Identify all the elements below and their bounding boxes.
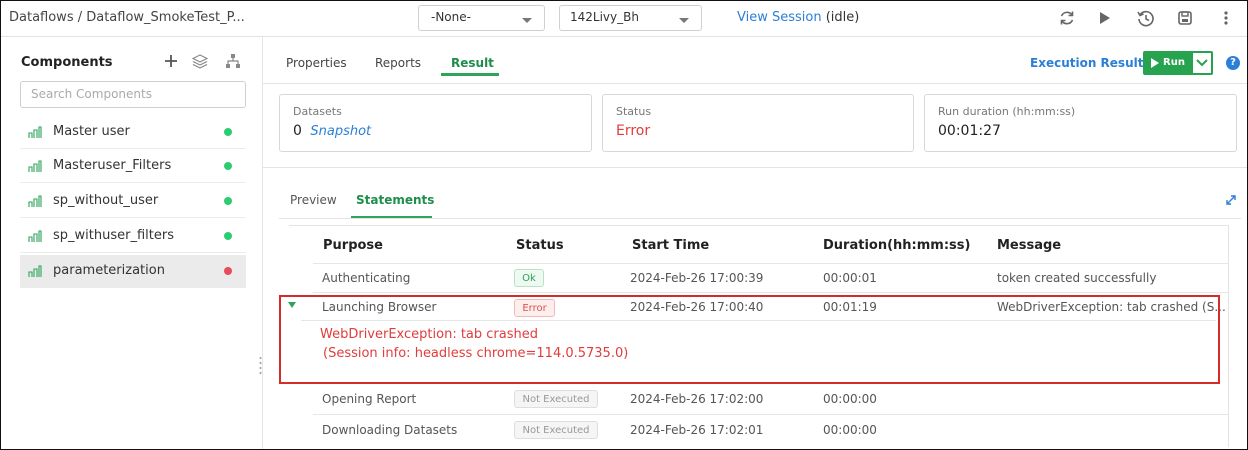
status-dot-green bbox=[224, 128, 232, 136]
row-divider bbox=[313, 263, 1229, 264]
component-item-masteruser-filters[interactable]: Masteruser_Filters bbox=[20, 150, 246, 183]
error-highlight-box bbox=[279, 295, 1220, 384]
run-duration-card: Run duration (hh:mm:ss) 00:01:27 bbox=[924, 94, 1237, 152]
status-label: Status bbox=[616, 105, 652, 118]
column-header-message[interactable]: Message bbox=[997, 238, 1061, 253]
status-badge: Not Executed bbox=[514, 390, 598, 408]
help-icon[interactable]: ? bbox=[1226, 56, 1240, 70]
chart-icon bbox=[28, 230, 42, 242]
column-header-start-time[interactable]: Start Time bbox=[632, 238, 709, 253]
component-label: Master user bbox=[53, 124, 130, 139]
datasets-label: Datasets bbox=[293, 105, 342, 118]
component-label: parameterization bbox=[53, 263, 165, 278]
snapshot-link[interactable]: Snapshot bbox=[310, 124, 371, 139]
app-window: Dataflows / Dataflow_SmokeTest_P... -Non… bbox=[0, 0, 1248, 450]
play-icon[interactable] bbox=[1095, 9, 1113, 27]
divider bbox=[263, 83, 1247, 84]
cell-start-time: 2024-Feb-26 17:02:01 bbox=[630, 423, 764, 437]
session-state: (idle) bbox=[825, 10, 860, 25]
chart-icon bbox=[28, 195, 42, 207]
component-label: sp_withuser_filters bbox=[53, 228, 174, 243]
table-scrollbar[interactable] bbox=[1228, 225, 1229, 447]
hierarchy-icon[interactable] bbox=[225, 51, 241, 71]
tab-reports[interactable]: Reports bbox=[375, 56, 421, 70]
resize-handle-icon[interactable] bbox=[259, 355, 262, 375]
status-card: Status Error bbox=[602, 94, 914, 152]
tab-preview[interactable]: Preview bbox=[290, 193, 337, 207]
chart-icon bbox=[28, 160, 42, 172]
divider bbox=[279, 218, 1241, 219]
components-title: Components bbox=[21, 55, 113, 70]
component-item-parameterization[interactable]: parameterization bbox=[20, 255, 246, 288]
cell-start-time: 2024-Feb-26 17:00:39 bbox=[630, 271, 764, 285]
expand-icon[interactable] bbox=[1225, 194, 1237, 206]
refresh-icon[interactable] bbox=[1058, 9, 1076, 27]
cell-duration: 00:00:00 bbox=[823, 423, 877, 437]
add-icon[interactable] bbox=[164, 51, 178, 71]
view-session-label: View Session bbox=[737, 10, 822, 25]
table-top-border bbox=[289, 225, 1229, 226]
top-bar: Dataflows / Dataflow_SmokeTest_P... -Non… bbox=[1, 1, 1247, 37]
column-header-duration[interactable]: Duration(hh:mm:ss) bbox=[823, 238, 970, 253]
status-badge: Ok bbox=[514, 269, 544, 287]
play-icon bbox=[1151, 58, 1159, 68]
run-duration-label: Run duration (hh:mm:ss) bbox=[938, 105, 1076, 118]
divider bbox=[263, 167, 1247, 168]
component-item-sp-withuser-filters[interactable]: sp_withuser_filters bbox=[20, 220, 246, 253]
execution-results-link[interactable]: Execution Results bbox=[1030, 56, 1151, 70]
component-label: Masteruser_Filters bbox=[53, 158, 172, 173]
tab-result-underline bbox=[441, 73, 499, 76]
layers-icon[interactable] bbox=[192, 51, 208, 71]
chevron-down-icon bbox=[1196, 59, 1208, 67]
datasets-value: 0 Snapshot bbox=[293, 123, 371, 139]
component-label: sp_without_user bbox=[53, 193, 159, 208]
cell-start-time: 2024-Feb-26 17:02:00 bbox=[630, 392, 764, 406]
run-duration-value: 00:01:27 bbox=[938, 123, 1001, 139]
status-value: Error bbox=[616, 123, 651, 139]
livy-session-select[interactable]: 142Livy_Bh bbox=[559, 5, 702, 31]
save-icon[interactable] bbox=[1176, 9, 1194, 27]
view-session-link[interactable]: View Session (idle) bbox=[737, 10, 859, 25]
datasets-count: 0 bbox=[293, 123, 302, 139]
status-dot-red bbox=[224, 267, 232, 275]
run-button[interactable]: Run bbox=[1143, 51, 1198, 75]
chevron-down-icon bbox=[522, 18, 532, 23]
column-header-purpose[interactable]: Purpose bbox=[323, 238, 383, 253]
component-item-sp-without-user[interactable]: sp_without_user bbox=[20, 185, 246, 218]
components-sidebar: Components Search Components Master user… bbox=[1, 37, 263, 449]
tab-statements[interactable]: Statements bbox=[356, 193, 434, 207]
row-divider bbox=[313, 292, 1229, 293]
search-components-input[interactable]: Search Components bbox=[20, 81, 246, 108]
chart-icon bbox=[28, 265, 42, 277]
column-header-status[interactable]: Status bbox=[516, 238, 564, 253]
status-dot-green bbox=[224, 232, 232, 240]
cell-duration: 00:00:00 bbox=[823, 392, 877, 406]
breadcrumb[interactable]: Dataflows / Dataflow_SmokeTest_P... bbox=[9, 10, 245, 25]
history-icon[interactable] bbox=[1136, 9, 1154, 27]
more-vertical-icon[interactable] bbox=[1217, 9, 1235, 27]
chart-icon bbox=[28, 126, 42, 138]
chevron-down-icon bbox=[679, 18, 689, 23]
none-select[interactable]: -None- bbox=[418, 5, 545, 31]
status-dot-green bbox=[224, 162, 232, 170]
cell-purpose: Downloading Datasets bbox=[322, 423, 458, 437]
component-item-master-user[interactable]: Master user bbox=[20, 116, 246, 149]
cell-purpose: Opening Report bbox=[322, 392, 417, 406]
cell-duration: 00:00:01 bbox=[823, 271, 877, 285]
row-divider bbox=[313, 414, 1229, 415]
cell-purpose: Authenticating bbox=[322, 271, 411, 285]
tab-properties[interactable]: Properties bbox=[286, 56, 347, 70]
tab-result[interactable]: Result bbox=[451, 56, 494, 70]
datasets-card: Datasets 0 Snapshot bbox=[279, 94, 592, 152]
status-badge: Not Executed bbox=[514, 421, 598, 439]
run-options-dropdown[interactable] bbox=[1191, 51, 1213, 75]
cell-message: token created successfully bbox=[997, 271, 1157, 285]
run-label: Run bbox=[1163, 57, 1185, 68]
status-dot-green bbox=[224, 197, 232, 205]
none-select-value: -None- bbox=[431, 10, 471, 24]
livy-session-select-value: 142Livy_Bh bbox=[570, 10, 639, 24]
